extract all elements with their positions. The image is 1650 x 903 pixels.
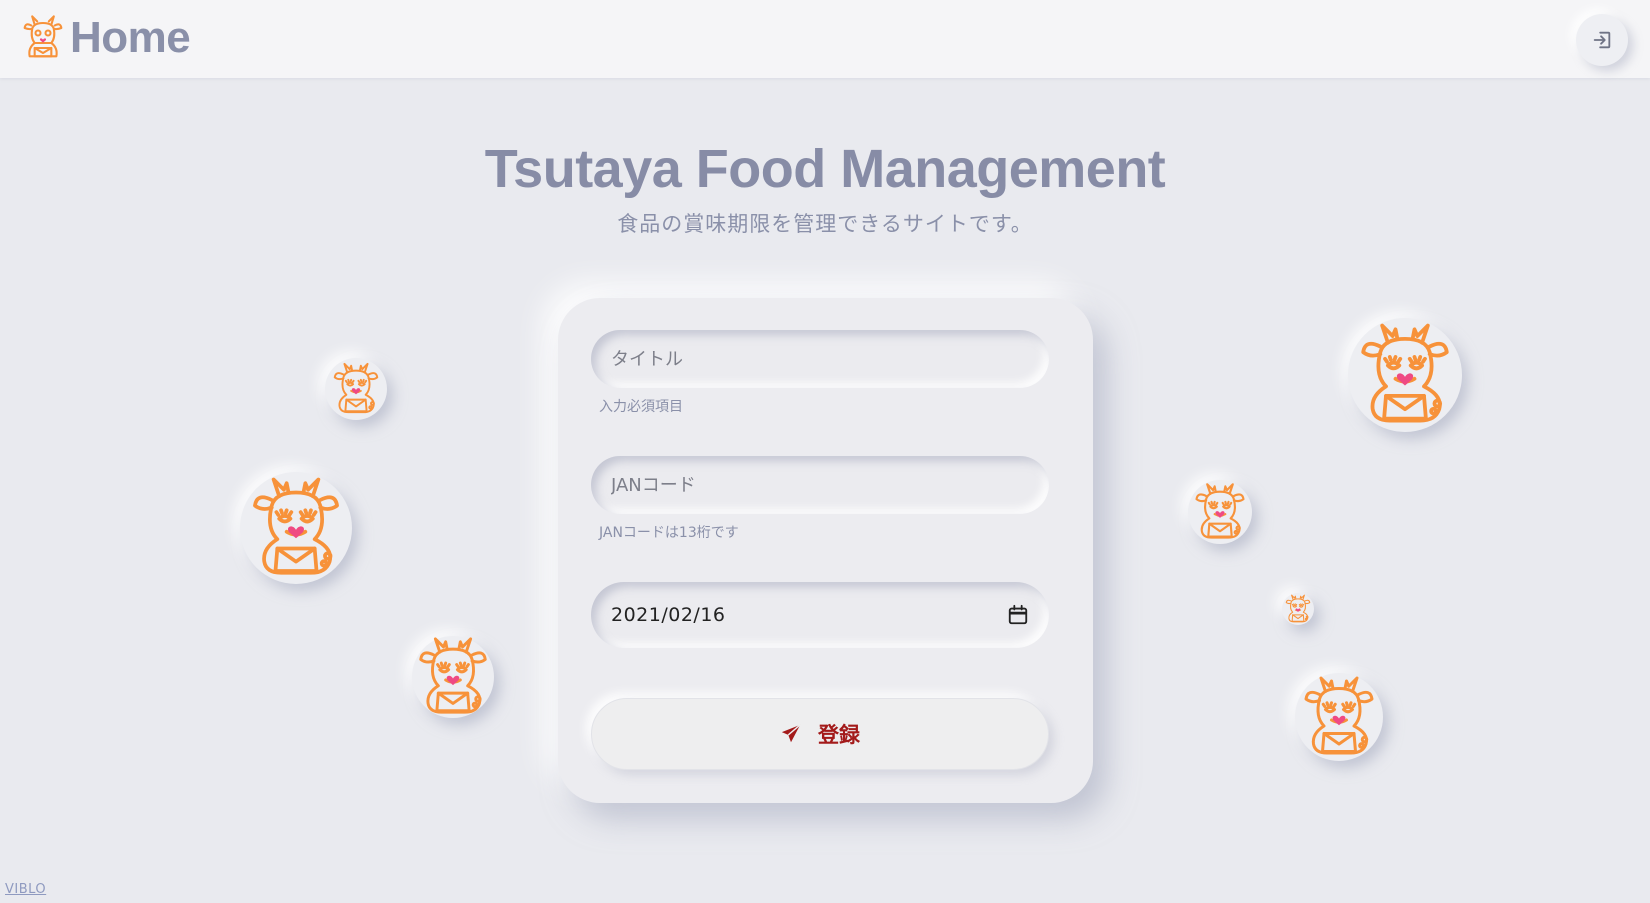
register-button[interactable]: 登録 xyxy=(591,698,1049,770)
calendar-icon[interactable] xyxy=(1007,604,1029,626)
page-title: Home xyxy=(70,13,191,62)
logout-button[interactable] xyxy=(1576,14,1628,66)
mascot-bubble xyxy=(412,636,494,718)
mascot-bubble xyxy=(325,358,387,420)
title-field[interactable] xyxy=(591,330,1049,388)
footer-watermark: VIBLO xyxy=(5,882,47,897)
jan-hint: JANコードは13桁です xyxy=(599,525,739,541)
jan-code-input[interactable] xyxy=(611,474,1029,496)
register-button-label: 登録 xyxy=(818,724,860,747)
logout-icon xyxy=(1593,31,1611,49)
hero-title: Tsutaya Food Management xyxy=(484,139,1166,199)
mascot-bubble xyxy=(1348,318,1462,432)
mascot-icon xyxy=(1304,676,1374,755)
hero-subtitle: 食品の賞味期限を管理できるサイトです。 xyxy=(617,212,1033,236)
expiry-date-field[interactable]: 2021/02/16 xyxy=(591,582,1049,648)
mascot-icon xyxy=(253,477,339,575)
jan-field[interactable] xyxy=(591,456,1049,514)
home-link[interactable]: Home xyxy=(22,13,191,63)
mascot-bubble xyxy=(1295,673,1383,761)
mascot-icon xyxy=(1285,594,1311,623)
mascot-bubble xyxy=(1188,480,1252,544)
title-hint: 入力必須項目 xyxy=(599,399,683,415)
mascot-bubble xyxy=(1282,593,1314,625)
food-register-form: 入力必須項目 JANコードは13桁です 2021/02/16 登録 xyxy=(558,298,1093,803)
send-icon xyxy=(781,724,801,743)
mascot-icon xyxy=(419,637,487,714)
mascot-logo-icon xyxy=(23,15,63,58)
expiry-date-value: 2021/02/16 xyxy=(611,604,726,626)
page: Home Tsutaya Food Management 食品の賞味期限を管理で… xyxy=(0,0,1650,903)
mascot-icon xyxy=(1195,483,1245,539)
mascot-icon xyxy=(1361,323,1449,423)
mascot-icon xyxy=(333,362,379,414)
mascot-bubble xyxy=(240,472,352,584)
top-bar: Home xyxy=(0,0,1650,78)
title-input[interactable] xyxy=(611,348,1029,370)
